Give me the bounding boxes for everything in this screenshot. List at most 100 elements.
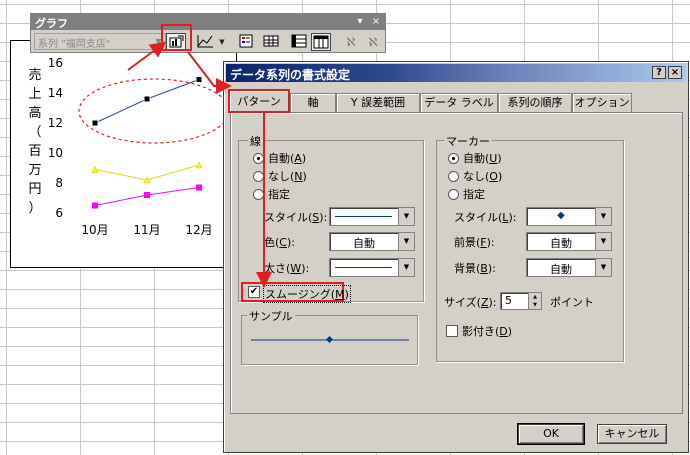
help-button[interactable]: ? xyxy=(652,66,666,79)
sample-group-label: サンプル xyxy=(247,308,295,324)
marker-size-label: サイズ(Z): xyxy=(444,296,497,309)
marker-none-radio[interactable] xyxy=(448,171,459,182)
line-custom-label[interactable]: 指定 xyxy=(268,186,290,202)
y-axis-label-char: 円 xyxy=(28,182,41,197)
dialog-titlebar[interactable]: データ系列の書式設定 ? × xyxy=(226,64,686,82)
line-none-radio[interactable] xyxy=(253,171,264,182)
chart-toolbar: グラフ ▾ × 系列 "福岡支店" ▼ ▼ ℵ ℵ xyxy=(30,13,386,53)
line-group-label: 線 xyxy=(248,133,263,149)
close-button[interactable]: × xyxy=(668,66,682,79)
chart-objects-select[interactable]: 系列 "福岡支店" ▼ xyxy=(34,33,166,50)
chevron-down-icon[interactable]: ▼ xyxy=(595,259,611,276)
toolbar-titlebar[interactable]: グラフ ▾ × xyxy=(31,14,385,30)
data-point xyxy=(196,184,202,191)
smoothing-label[interactable]: スムージング(M) xyxy=(263,285,351,303)
format-data-series-dialog: データ系列の書式設定 ? × パターン 軸 Y 誤差範囲 データ ラベル 系列の… xyxy=(223,61,689,453)
line-color-select[interactable]: 自動 ▼ xyxy=(329,232,415,251)
data-table-icon xyxy=(263,35,279,47)
selected-data-point xyxy=(195,76,203,83)
marker-size-spinner[interactable]: 5 ▲ ▼ xyxy=(500,292,542,310)
marker-size-unit: ポイント xyxy=(550,296,594,309)
line-style-select[interactable]: ▼ xyxy=(329,207,415,226)
chart-type-button[interactable] xyxy=(196,33,216,51)
marker-auto-label[interactable]: 自動(U) xyxy=(463,150,502,166)
marker-custom-label[interactable]: 指定 xyxy=(463,186,485,202)
data-point xyxy=(144,192,150,198)
marker-none-label[interactable]: なし(O) xyxy=(463,168,502,184)
toolbar-close-icon[interactable]: × xyxy=(369,14,383,30)
line-color-label: 色(C): xyxy=(264,236,295,249)
line-weight-select[interactable]: ▼ xyxy=(329,258,415,277)
y-tick-label: 8 xyxy=(55,176,63,190)
y-axis-label-char: （ xyxy=(28,125,41,140)
line-color-value: 自動 xyxy=(353,237,375,250)
x-tick-label: 11月 xyxy=(133,223,160,237)
marker-size-value: 5 xyxy=(505,294,512,307)
x-tick-label: 10月 xyxy=(81,223,108,237)
chart-type-icon xyxy=(197,35,213,48)
toolbar-options-icon[interactable]: ▾ xyxy=(353,14,367,30)
marker-foreground-select[interactable]: 自動 ▼ xyxy=(526,232,612,251)
y-tick-label: 6 xyxy=(55,206,63,220)
angle-text-up-button[interactable]: ℵ xyxy=(363,33,383,51)
by-row-button[interactable] xyxy=(289,33,309,51)
sample-preview xyxy=(251,335,409,344)
data-point xyxy=(195,161,203,169)
marker-shadow-checkbox[interactable] xyxy=(446,325,458,337)
chart-type-dropdown-icon[interactable]: ▼ xyxy=(217,33,227,51)
line-auto-label[interactable]: 自動(A) xyxy=(268,150,306,166)
marker-auto-radio[interactable] xyxy=(448,153,459,164)
tab-data-labels[interactable]: データ ラベル xyxy=(420,93,498,112)
by-row-icon xyxy=(291,34,307,48)
marker-custom-radio[interactable] xyxy=(448,189,459,200)
y-axis-label-char: 万 xyxy=(28,163,41,178)
y-axis-label-char: 上 xyxy=(28,87,41,102)
dialog-title: データ系列の書式設定 xyxy=(230,68,351,82)
x-tick-label: 12月 xyxy=(185,223,212,237)
y-axis-label-char: 百 xyxy=(28,144,41,159)
marker-foreground-value: 自動 xyxy=(550,237,572,250)
y-tick-label: 14 xyxy=(48,86,63,100)
cancel-button[interactable]: キャンセル xyxy=(597,424,667,444)
line-chart: 16 14 12 10 8 6 売上高 （ 百万円 ） 10月 11月 12月 xyxy=(28,56,230,237)
marker-background-select[interactable]: 自動 ▼ xyxy=(526,258,612,277)
y-axis-label-char: 売 xyxy=(28,67,41,83)
marker-style-select[interactable]: ◆ ▼ xyxy=(526,207,612,226)
chevron-down-icon[interactable]: ▼ xyxy=(595,233,611,250)
y-axis-label-char: 高 xyxy=(28,105,41,121)
format-button-highlight xyxy=(161,24,192,51)
y-axis-label-char: ） xyxy=(28,201,41,216)
chart-area[interactable]: 16 14 12 10 8 6 売上高 （ 百万円 ） 10月 11月 12月 xyxy=(10,40,237,268)
tab-pattern[interactable]: パターン xyxy=(228,89,290,113)
tab-series-order[interactable]: 系列の順序 xyxy=(498,93,572,112)
ok-button[interactable]: OK xyxy=(518,424,584,444)
smoothing-checkbox[interactable]: ✔ xyxy=(248,286,260,298)
tab-axis[interactable]: 軸 xyxy=(290,93,336,112)
data-table-button[interactable] xyxy=(261,33,281,51)
line-auto-radio[interactable] xyxy=(253,153,264,164)
legend-icon xyxy=(239,34,253,48)
spin-up-icon[interactable]: ▲ xyxy=(528,293,541,301)
selected-data-point xyxy=(143,95,151,103)
spin-down-icon[interactable]: ▼ xyxy=(528,301,541,309)
marker-shadow-label[interactable]: 影付き(D) xyxy=(462,323,512,339)
line-style-label: スタイル(S): xyxy=(264,211,328,224)
tab-options[interactable]: オプション xyxy=(572,93,632,112)
marker-background-label: 背景(B): xyxy=(454,262,496,275)
legend-button[interactable] xyxy=(236,33,256,51)
chevron-down-icon[interactable]: ▼ xyxy=(398,208,414,225)
chevron-down-icon[interactable]: ▼ xyxy=(398,259,414,276)
by-column-button[interactable] xyxy=(311,33,331,51)
tab-y-error-bars[interactable]: Y 誤差範囲 xyxy=(336,93,420,112)
line-custom-radio[interactable] xyxy=(253,189,264,200)
marker-foreground-label: 前景(F): xyxy=(454,236,495,249)
by-column-icon xyxy=(313,35,329,49)
angle-text-down-button[interactable]: ℵ xyxy=(341,33,361,51)
angle-text-down-icon: ℵ xyxy=(346,35,356,49)
diamond-marker-icon: ◆ xyxy=(557,210,565,221)
selected-data-point xyxy=(91,119,99,127)
angle-text-up-icon: ℵ xyxy=(368,35,378,49)
chevron-down-icon[interactable]: ▼ xyxy=(595,208,611,225)
line-none-label[interactable]: なし(N) xyxy=(268,168,307,184)
chevron-down-icon[interactable]: ▼ xyxy=(398,233,414,250)
